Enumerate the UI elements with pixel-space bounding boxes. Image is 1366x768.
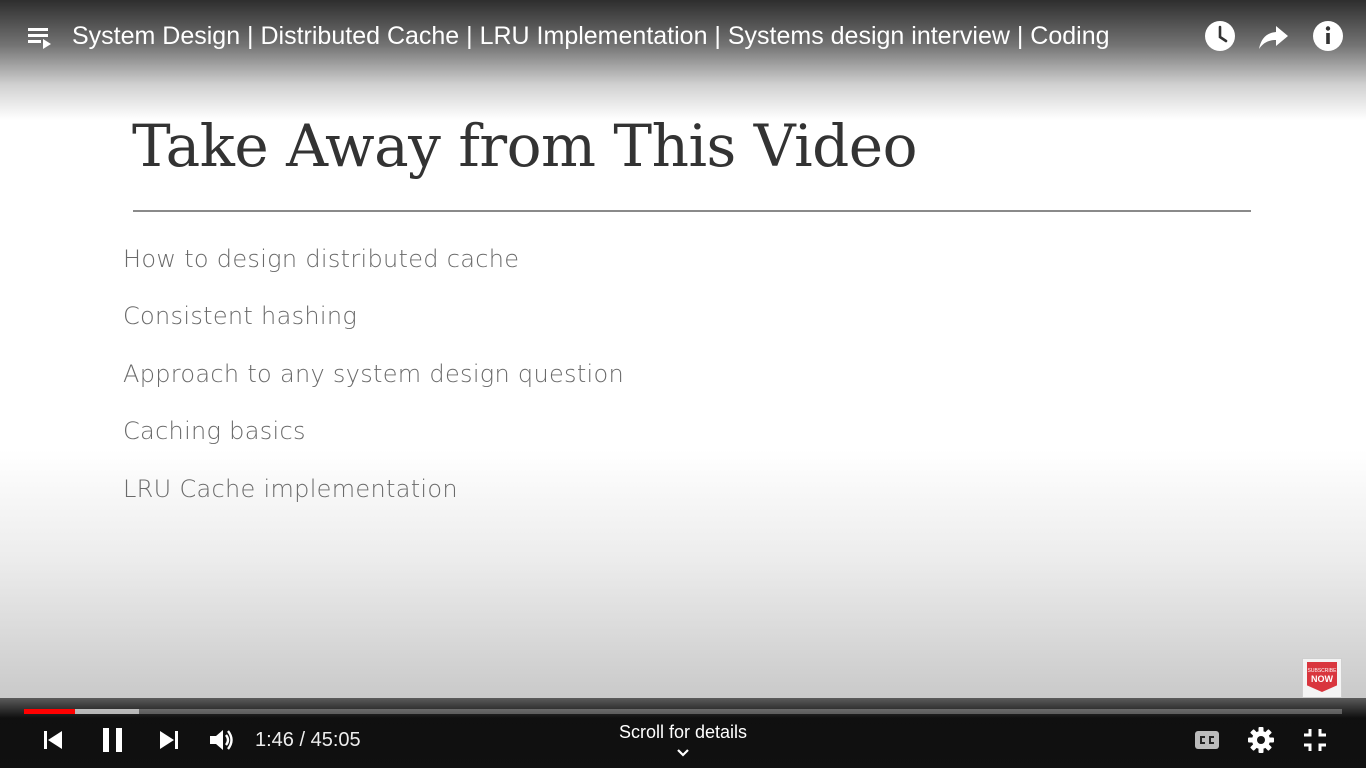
- slide-title: Take Away from This Video: [132, 112, 918, 180]
- volume-button[interactable]: [204, 722, 240, 758]
- settings-icon: [1248, 727, 1274, 753]
- progress-bar[interactable]: [24, 709, 1342, 714]
- slide-bullet: Approach to any system design question: [123, 360, 625, 388]
- playlist-icon[interactable]: [26, 24, 54, 50]
- settings-button[interactable]: [1243, 722, 1279, 758]
- next-icon: [160, 731, 178, 749]
- slide-bullet: LRU Cache implementation: [123, 475, 458, 503]
- subscribe-ribbon: SUBSCRIBE NOW: [1307, 662, 1337, 692]
- watch-later-icon[interactable]: [1202, 18, 1238, 54]
- video-title[interactable]: System Design | Distributed Cache | LRU …: [72, 20, 1182, 52]
- previous-icon: [44, 731, 62, 749]
- captions-icon: [1195, 731, 1219, 749]
- exit-fullscreen-icon: [1304, 729, 1326, 751]
- info-icon[interactable]: [1310, 18, 1346, 54]
- slide-divider: [133, 210, 1251, 212]
- subscribe-now-label: NOW: [1311, 674, 1333, 684]
- subscribe-label: SUBSCRIBE: [1307, 668, 1337, 674]
- previous-button[interactable]: [35, 722, 71, 758]
- slide-bullet: How to design distributed cache: [123, 245, 520, 273]
- pause-icon: [103, 728, 122, 752]
- share-icon[interactable]: [1256, 18, 1292, 54]
- captions-button[interactable]: [1189, 722, 1225, 758]
- progress-played: [24, 709, 75, 714]
- time-display: 1:46 / 45:05: [255, 729, 361, 751]
- slide-bullet: Caching basics: [123, 417, 306, 445]
- slide-bullet: Consistent hashing: [123, 302, 358, 330]
- chevron-down-icon[interactable]: [675, 746, 691, 758]
- next-button[interactable]: [151, 722, 187, 758]
- top-gradient: [0, 0, 1366, 120]
- exit-fullscreen-button[interactable]: [1297, 722, 1333, 758]
- subscribe-badge[interactable]: SUBSCRIBE NOW: [1302, 658, 1342, 698]
- scroll-for-details[interactable]: Scroll for details: [583, 722, 783, 743]
- volume-icon: [210, 730, 233, 750]
- pause-button[interactable]: [95, 722, 131, 758]
